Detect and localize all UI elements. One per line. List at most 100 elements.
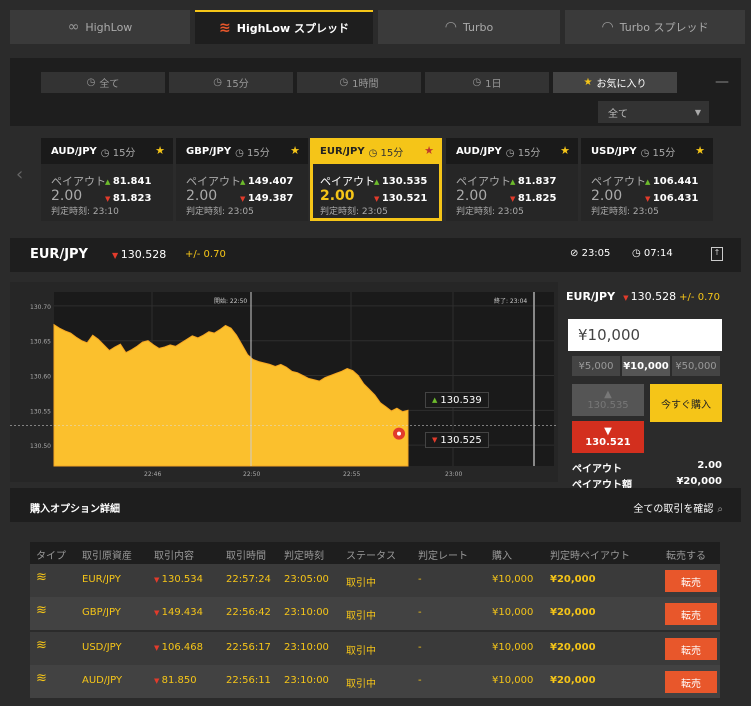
wave-icon: ≋ <box>36 570 47 585</box>
card-judge-time: 判定時刻: 23:05 <box>186 207 254 217</box>
clock-icon: ◷ <box>213 77 222 88</box>
low-button[interactable]: ▼ 130.521 <box>572 421 644 453</box>
row-time: 22:56:17 <box>226 642 271 653</box>
asset-cards: ‹ AUD/JPY◷ 15分★ ペイアウト 2.00 81.841 81.823… <box>10 126 741 232</box>
asset-card-eur-jpy[interactable]: EUR/JPY◷ 15分 ★ ペイアウト 2.00 130.535 130.521… <box>310 138 442 221</box>
asset-card-gbp-jpy[interactable]: GBP/JPY◷ 15分 ★ ペイアウト 2.00 149.407 149.387… <box>176 138 308 221</box>
pair-name: EUR/JPY <box>30 247 88 262</box>
th-judge-time: 判定時刻 <box>284 551 324 562</box>
star-icon[interactable]: ★ <box>560 144 570 157</box>
x-tick-label: 22:50 <box>243 471 260 478</box>
asset-card-usd-jpy[interactable]: USD/JPY◷ 15分 ★ ペイアウト 2.00 106.441 106.431… <box>581 138 713 221</box>
card-high-rate: 81.841 <box>105 176 152 187</box>
th-content: 取引内容 <box>154 551 194 562</box>
tab-label: HighLow スプレッド <box>236 22 349 35</box>
row-status: 取引中 <box>346 611 376 622</box>
card-high-rate: 106.441 <box>645 176 699 187</box>
row-judge: 23:10:00 <box>284 675 329 686</box>
trade-change: +/- 0.70 <box>679 292 720 303</box>
card-pair: EUR/JPY <box>320 145 365 157</box>
filter-1day[interactable]: ◷ 1日 <box>425 72 549 93</box>
card-payout: 2.00 <box>51 188 83 204</box>
resale-button[interactable]: 転売 <box>665 671 717 693</box>
star-icon[interactable]: ★ <box>424 144 434 157</box>
judge-time: ⊘ 23:05 <box>570 248 611 259</box>
filter-label: 15分 <box>226 79 249 90</box>
card-low-rate: 81.825 <box>510 193 557 204</box>
card-payout-label: ペイアウト <box>320 175 375 188</box>
clock-icon: ◷ <box>472 77 482 88</box>
wave-icon: ≋ <box>36 671 47 686</box>
buy-now-button[interactable]: 今すぐ購入 <box>650 384 722 422</box>
high-price: 130.535 <box>587 400 629 411</box>
th-purchase: 購入 <box>492 551 512 562</box>
resale-button[interactable]: 転売 <box>665 638 717 660</box>
row-time: 22:56:42 <box>226 607 271 618</box>
resale-button[interactable]: 転売 <box>665 603 717 625</box>
filter-1hour[interactable]: ◷ 1時間 <box>297 72 421 93</box>
view-all-trades-link[interactable]: 全ての取引を確認 ⌕ <box>633 500 723 515</box>
row-time: 22:56:11 <box>226 675 271 686</box>
card-low-rate: 149.387 <box>240 193 294 204</box>
resale-button[interactable]: 転売 <box>665 570 717 592</box>
filter-favorites[interactable]: ★ お気に入り <box>553 72 677 93</box>
filter-15min[interactable]: ◷ 15分 <box>169 72 293 93</box>
payout-label: ペイアウト <box>572 464 622 475</box>
trade-panel: EUR/JPY 130.528+/- 0.70 ¥10,000 ¥5,000 ¥1… <box>566 290 726 491</box>
star-icon[interactable]: ★ <box>155 144 165 157</box>
tab-label: Turbo スプレッド <box>619 21 709 34</box>
chevron-left-icon[interactable]: ‹ <box>16 164 23 185</box>
card-pair: GBP/JPY <box>186 145 232 157</box>
tab-turbo-spread[interactable]: ◠ Turbo スプレッド <box>565 10 745 44</box>
star-icon[interactable]: ★ <box>695 144 705 157</box>
search-icon: ⌕ <box>717 504 723 515</box>
amount-input[interactable]: ¥10,000 <box>568 319 722 351</box>
row-asset: USD/JPY <box>82 642 122 653</box>
card-low-rate: 81.823 <box>105 193 152 204</box>
x-tick-label: 22:55 <box>343 471 360 478</box>
high-button[interactable]: ▲ 130.535 <box>572 384 644 416</box>
filter-label: 1日 <box>485 79 502 90</box>
asset-select[interactable]: 全て ▼ <box>598 101 709 123</box>
th-type: タイプ <box>36 551 66 562</box>
clock-icon: ◷ <box>339 77 349 88</box>
row-rate: 81.850 <box>154 675 197 686</box>
row-asset: EUR/JPY <box>82 574 121 585</box>
arrow-down-icon: ▼ <box>604 426 612 437</box>
filter-all[interactable]: ◷ 全て <box>41 72 165 93</box>
table-header: タイプ 取引原資産 取引内容 取引時間 判定時刻 ステータス 判定レート 購入 … <box>30 542 720 564</box>
card-high-rate: 149.407 <box>240 176 294 187</box>
y-tick-label: 130.60 <box>30 374 51 381</box>
row-status: 取引中 <box>346 679 376 690</box>
row-payout: ¥20,000 <box>550 675 596 686</box>
y-tick-label: 130.65 <box>30 339 51 346</box>
row-asset: AUD/JPY <box>82 675 123 686</box>
collapse-icon[interactable]: — <box>715 74 729 90</box>
expand-icon[interactable]: ↑ <box>711 247 723 261</box>
y-tick-label: 130.55 <box>30 408 51 415</box>
asset-card-aud-jpy[interactable]: AUD/JPY◷ 15分 ★ ペイアウト 2.00 81.841 81.823 判… <box>41 138 173 221</box>
card-judge-time: 判定時刻: 23:05 <box>456 207 524 217</box>
th-resale: 転売する <box>666 551 706 562</box>
row-time: 22:57:24 <box>226 574 271 585</box>
asset-card-aud-jpy-2[interactable]: AUD/JPY◷ 15分 ★ ペイアウト 2.00 81.837 81.825 判… <box>446 138 578 221</box>
card-payout-label: ペイアウト <box>591 175 646 188</box>
tab-turbo[interactable]: ◠ Turbo <box>378 10 560 44</box>
row-judge-rate: - <box>418 607 422 618</box>
filter-label: お気に入り <box>596 79 647 90</box>
tab-highlow-spread[interactable]: ≋ HighLow スプレッド <box>195 10 373 44</box>
preset-5000[interactable]: ¥5,000 <box>572 356 620 376</box>
card-payout: 2.00 <box>456 188 488 204</box>
preset-50000[interactable]: ¥50,000 <box>672 356 720 376</box>
preset-10000[interactable]: ¥10,000 <box>622 356 670 376</box>
card-payout-label: ペイアウト <box>51 175 106 188</box>
arrow-up-icon: ▲ <box>604 389 612 400</box>
payout-row: ペイアウト 2.00 <box>572 460 722 475</box>
th-judge-rate: 判定レート <box>418 551 468 562</box>
th-time: 取引時間 <box>226 551 266 562</box>
card-payout-label: ペイアウト <box>456 175 511 188</box>
star-icon[interactable]: ★ <box>290 144 300 157</box>
tab-highlow[interactable]: ∞ HighLow <box>10 10 190 44</box>
trade-pair-name: EUR/JPY <box>566 290 616 303</box>
payout-value: 2.00 <box>697 460 722 471</box>
